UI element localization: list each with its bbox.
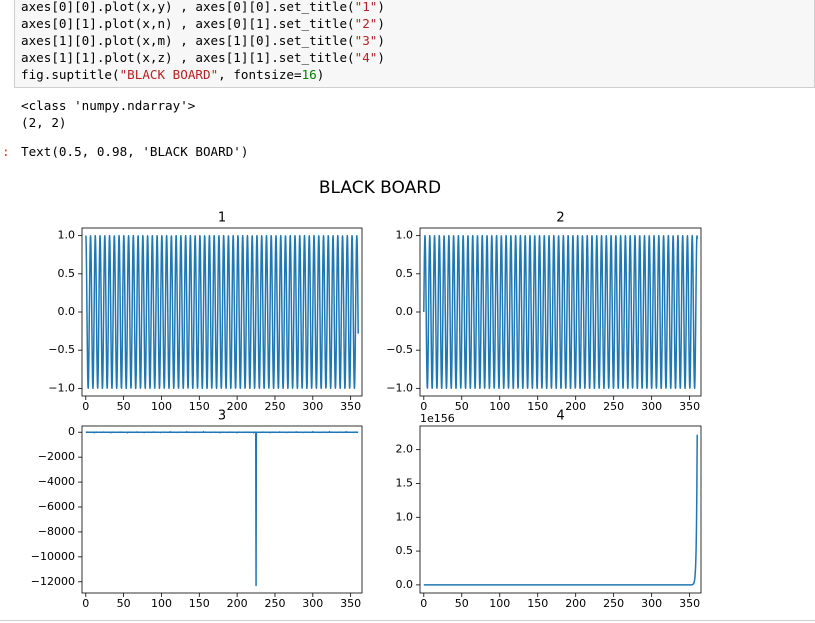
x-tick-label: 50 <box>117 400 131 413</box>
x-tick-label: 300 <box>641 597 662 610</box>
y-tick-label: 2.0 <box>396 443 414 456</box>
y-tick-label: 1.0 <box>396 510 414 523</box>
x-tick-label: 50 <box>455 597 469 610</box>
y-tick-label: −12000 <box>31 575 75 588</box>
subplot-title: 3 <box>218 409 226 424</box>
y-tick-label: −2000 <box>38 450 75 463</box>
x-tick-label: 0 <box>82 400 89 413</box>
y-tick-label: −0.5 <box>386 343 413 356</box>
y-tick-label: 0.5 <box>396 267 414 280</box>
x-tick-label: 150 <box>189 597 210 610</box>
x-tick-label: 100 <box>489 597 510 610</box>
y-tick-label: −8000 <box>38 525 75 538</box>
axes-frame <box>81 425 363 594</box>
x-tick-label: 200 <box>227 400 248 413</box>
subplot-4 <box>416 425 702 597</box>
subplot-3 <box>78 425 363 597</box>
y-tick-label: −1.0 <box>48 381 75 394</box>
y-tick-label: −6000 <box>38 500 75 513</box>
x-tick-label: 350 <box>340 400 361 413</box>
x-tick-label: 200 <box>565 400 586 413</box>
x-tick-label: 250 <box>603 597 624 610</box>
x-tick-label: 100 <box>151 597 172 610</box>
x-tick-label: 50 <box>117 597 131 610</box>
x-tick-label: 50 <box>455 400 469 413</box>
x-tick-label: 350 <box>679 400 700 413</box>
x-tick-label: 250 <box>264 597 285 610</box>
cell-divider <box>0 620 815 621</box>
subplot-title: 4 <box>556 409 564 424</box>
x-tick-label: 300 <box>641 400 662 413</box>
subplot-2 <box>416 227 702 400</box>
y-tick-label: −1.0 <box>386 381 413 394</box>
y-tick-label: 1.5 <box>396 476 414 489</box>
x-tick-label: 150 <box>527 400 548 413</box>
y-tick-label: −4000 <box>38 475 75 488</box>
x-tick-label: 150 <box>527 597 548 610</box>
y-tick-label: 0.0 <box>396 578 414 591</box>
y-tick-label: −10000 <box>31 550 75 563</box>
x-tick-label: 350 <box>679 597 700 610</box>
y-tick-label: 1.0 <box>58 229 76 242</box>
series-line <box>85 430 359 587</box>
subplot-title: 1 <box>218 211 226 226</box>
y-tick-label: 0.5 <box>58 267 76 280</box>
x-tick-label: 250 <box>264 400 285 413</box>
axes-frame <box>419 425 702 594</box>
subplot-1 <box>78 227 363 400</box>
x-tick-label: 250 <box>603 400 624 413</box>
x-tick-label: 200 <box>565 597 586 610</box>
x-tick-label: 0 <box>82 597 89 610</box>
y-tick-label: 0.0 <box>58 305 76 318</box>
x-tick-label: 100 <box>489 400 510 413</box>
x-tick-label: 200 <box>227 597 248 610</box>
series-line <box>423 434 698 586</box>
x-tick-label: 300 <box>302 597 323 610</box>
y-tick-label: −0.5 <box>48 343 75 356</box>
y-tick-label: 0.0 <box>396 305 414 318</box>
series-line <box>85 234 359 390</box>
series-line <box>423 234 698 390</box>
y-tick-label: 0 <box>68 425 75 438</box>
x-tick-label: 300 <box>302 400 323 413</box>
figure-canvas: 0 50 100 150 200 250 300 3501.00.50.0−0.5−1.010… <box>31 211 702 610</box>
subplot-title: 2 <box>556 211 564 226</box>
y-tick-label: 1.0 <box>396 229 414 242</box>
x-tick-label: 350 <box>340 597 361 610</box>
x-tick-label: 0 <box>420 597 427 610</box>
y-tick-label: 0.5 <box>396 544 414 557</box>
y-offset-label: 1e156 <box>420 412 455 425</box>
x-tick-label: 100 <box>151 400 172 413</box>
x-tick-label: 150 <box>189 400 210 413</box>
